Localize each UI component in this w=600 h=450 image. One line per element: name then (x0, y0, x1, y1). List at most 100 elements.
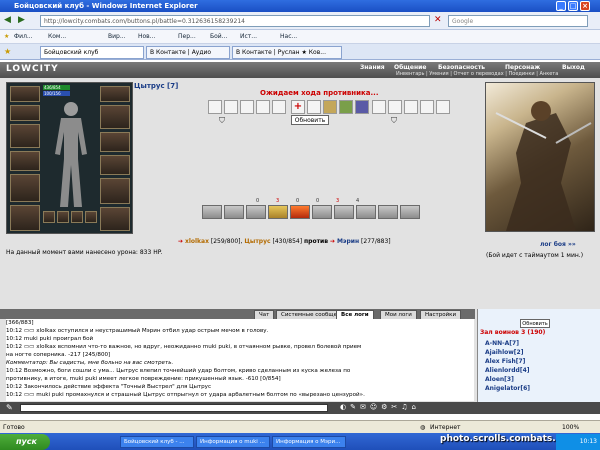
search-input[interactable]: Google (448, 15, 588, 27)
task-item[interactable]: Информация о Мэри... (272, 436, 346, 448)
timeout-info: (Бой идет с таймаутом 1 мин.) (486, 252, 584, 259)
action-slot[interactable] (388, 100, 402, 114)
ring-slot[interactable] (43, 211, 55, 223)
nav-item[interactable]: Знания (360, 64, 385, 71)
address-input[interactable]: http://lowcity.combats.com/buttons.pl/ba… (40, 15, 430, 27)
task-item[interactable]: Информация о muki ... (196, 436, 270, 448)
action-slot[interactable] (372, 100, 386, 114)
equip-slot[interactable] (100, 207, 130, 231)
forward-icon[interactable]: ▶ (18, 15, 25, 25)
heal-icon[interactable]: + (291, 100, 305, 114)
skill-icon[interactable] (334, 205, 354, 219)
combatant-mid-hp: [430/854] (272, 238, 303, 245)
skill-icon[interactable] (224, 205, 244, 219)
equip-slot[interactable] (100, 86, 130, 102)
zoom-level[interactable]: 100% (562, 424, 579, 431)
skill-icon[interactable] (246, 205, 266, 219)
subnav-links[interactable]: Инвентарь | Умения | Отчет о переводах |… (396, 71, 558, 77)
favorite-item[interactable]: Бой... (210, 33, 227, 40)
equip-slot[interactable] (100, 105, 130, 129)
wait-status: Ожидаем хода противника... (260, 89, 379, 97)
action-slot[interactable] (307, 100, 321, 114)
log-line: 10:12 ▭▭ xlolkax оступился и неустрашимы… (6, 328, 269, 334)
equip-slot[interactable] (100, 178, 130, 204)
action-slot[interactable] (436, 100, 450, 114)
favorite-item[interactable]: Ист... (240, 33, 257, 40)
equip-slot[interactable] (100, 132, 130, 152)
warrior-item[interactable]: Ajaihlow[2] (485, 349, 523, 356)
skill-icon[interactable] (312, 205, 332, 219)
tab-settings[interactable]: Настройки (420, 310, 462, 319)
nav-item[interactable]: Персонаж (505, 64, 540, 71)
favorites-star-icon[interactable]: ★ (4, 33, 9, 40)
task-item[interactable]: Бойцовский клуб - ... (120, 436, 194, 448)
action-slot[interactable] (420, 100, 434, 114)
update-button[interactable]: Обновить (520, 319, 550, 328)
ring-slot[interactable] (85, 211, 97, 223)
potion-icon[interactable] (339, 100, 353, 114)
favorites-center-icon[interactable]: ★ (4, 47, 11, 56)
minimize-icon[interactable]: _ (556, 1, 566, 11)
browser-tab[interactable]: В Контакте | Руслан ★ Ков... (232, 46, 342, 59)
chat-send-icon[interactable]: ✎ (6, 403, 13, 412)
warrior-item[interactable]: Alienlordd[4] (485, 367, 529, 374)
action-slot[interactable] (240, 100, 254, 114)
close-icon[interactable]: × (580, 1, 590, 11)
favorite-item[interactable]: Нов... (138, 33, 155, 40)
action-slot[interactable] (272, 100, 286, 114)
nav-item[interactable]: Выход (562, 64, 585, 71)
browser-tab[interactable]: В Контакте | Аудио (146, 46, 230, 59)
skill-icon[interactable] (290, 205, 310, 219)
warrior-item[interactable]: A-NN-A[7] (485, 340, 519, 347)
action-slot[interactable] (208, 100, 222, 114)
chat-input[interactable] (20, 404, 328, 412)
chat-tools-icons[interactable]: ◐✎✉☺⚙✂♫⌂ (340, 403, 420, 411)
nav-item[interactable]: Безопасность (438, 64, 485, 71)
favorite-item[interactable]: Фил... (14, 33, 33, 40)
favorite-item[interactable]: Ком... (48, 33, 66, 40)
tab-my-logs[interactable]: Мои логи (380, 310, 417, 319)
nav-item[interactable]: Общение (394, 64, 426, 71)
battle-log-link[interactable]: лог боя »» (540, 241, 576, 248)
equip-slot[interactable] (100, 155, 130, 175)
equip-slot[interactable] (10, 105, 40, 121)
ring-slot[interactable] (71, 211, 83, 223)
warrior-item[interactable]: Alex Fish[7] (485, 358, 525, 365)
skill-icon[interactable] (378, 205, 398, 219)
counter: 0 (316, 198, 320, 204)
damage-summary: На данный момент вами нанесено урона: 83… (6, 249, 163, 256)
browser-tab[interactable]: Бойцовский клуб (40, 46, 144, 59)
equip-slot[interactable] (10, 174, 40, 202)
maximize-icon[interactable]: □ (568, 1, 578, 11)
character-panel: 436/854 100/156 (6, 82, 133, 234)
equip-slot[interactable] (10, 124, 40, 148)
favorite-item[interactable]: Пер... (178, 33, 196, 40)
equip-slot[interactable] (10, 151, 40, 171)
skill-icon[interactable] (356, 205, 376, 219)
equip-slot[interactable] (10, 86, 40, 102)
combatant-left[interactable]: xlolkax (185, 238, 209, 245)
skill-icon[interactable] (268, 205, 288, 219)
action-slot[interactable] (404, 100, 418, 114)
tab-chat[interactable]: Чат (254, 310, 275, 319)
favorite-item[interactable]: Вир... (108, 33, 126, 40)
favorite-item[interactable]: Нас... (280, 33, 297, 40)
warrior-item[interactable]: Aloen[3] (485, 376, 514, 383)
stop-icon[interactable]: ✕ (434, 15, 442, 25)
equip-slot[interactable] (10, 205, 40, 231)
start-button[interactable]: пуск (0, 434, 50, 450)
back-icon[interactable]: ◀ (4, 15, 11, 25)
tab-all-logs[interactable]: Все логи (336, 310, 374, 319)
log-line: 10:12 Возможно, боги сошли с ума... Цытр… (6, 368, 351, 374)
ring-slot[interactable] (57, 211, 69, 223)
magic-icon[interactable] (355, 100, 369, 114)
skill-icon[interactable] (202, 205, 222, 219)
action-slot[interactable] (224, 100, 238, 114)
scroll-icon[interactable] (323, 100, 337, 114)
action-slot[interactable] (256, 100, 270, 114)
refresh-button[interactable]: Обновить (291, 115, 329, 125)
combatant-mid[interactable]: Цытрус (244, 238, 270, 245)
skill-icon[interactable] (400, 205, 420, 219)
warrior-item[interactable]: Anigelator[6] (485, 385, 530, 392)
combatant-right[interactable]: Мэрин (337, 238, 359, 245)
